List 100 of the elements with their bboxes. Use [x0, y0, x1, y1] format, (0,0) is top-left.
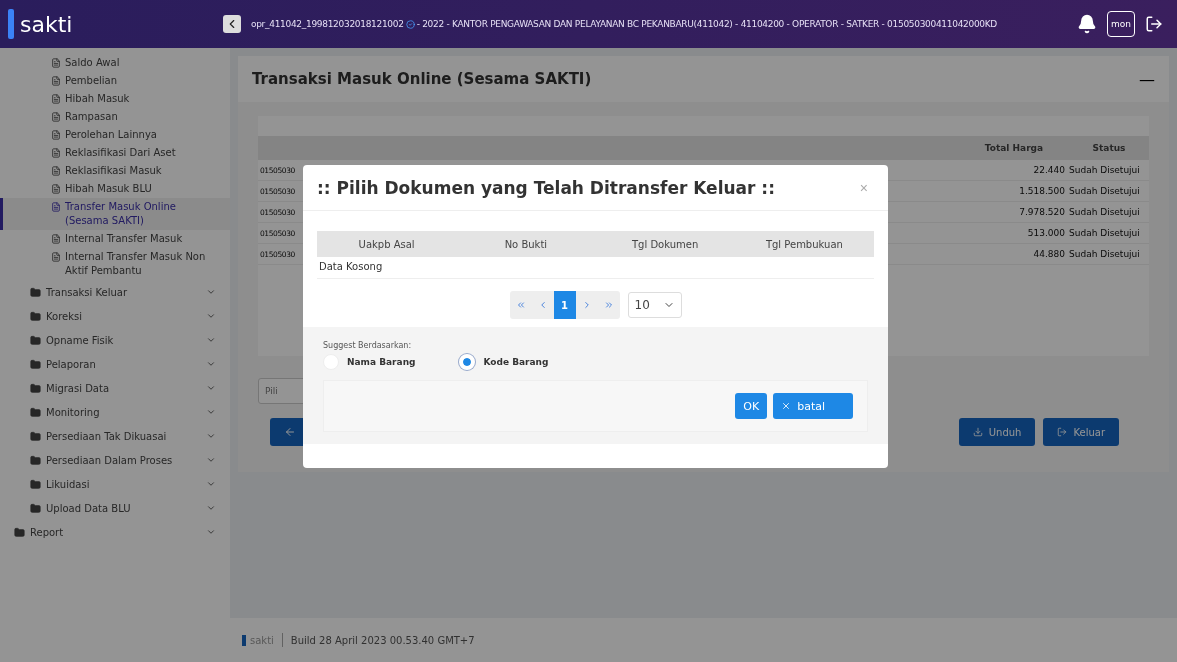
sidebar-item[interactable]: Hibah Masuk BLU [0, 180, 230, 198]
sidebar-item[interactable]: Persediaan Dalam Proses [0, 448, 230, 472]
folder-icon [30, 478, 41, 490]
chevron-down-icon [206, 455, 216, 465]
table-cell-text: 513.000 [1026, 228, 1066, 238]
build-info: Build 28 April 2023 00.53.40 GMT+7 [290, 634, 475, 646]
sidebar-item[interactable]: Saldo Awal [0, 54, 230, 72]
column-header: Status [1091, 143, 1127, 153]
sidebar-item[interactable]: Reklasifikasi Dari Aset [0, 144, 230, 162]
column-header: Uakpb Asal [357, 238, 416, 250]
sidebar-item[interactable]: Perolehan Lainnya [0, 126, 230, 144]
minimize-button[interactable]: — [1139, 69, 1155, 89]
page-size-select[interactable]: 10 [627, 292, 682, 318]
column-header: No Bukti [503, 238, 549, 250]
chevron-down-icon [206, 503, 216, 513]
page-title: Transaksi Masuk Online (Sesama SAKTI) [252, 70, 592, 88]
file-icon [51, 166, 61, 176]
file-icon [51, 184, 61, 194]
collapse-button[interactable] [223, 15, 241, 33]
file-icon [51, 76, 61, 86]
table-cell-text: Sudah Disetujui [1069, 207, 1141, 217]
sidebar-item[interactable]: Hibah Masuk [0, 90, 230, 108]
avatar[interactable]: mon [1107, 11, 1135, 37]
radio-option[interactable]: Nama Barang [323, 354, 416, 370]
chevron-down-icon [206, 431, 216, 441]
sidebar-item[interactable]: Persediaan Tak Dikuasai [0, 424, 230, 448]
chevron-down-icon [206, 335, 216, 345]
notification-icon[interactable] [1077, 14, 1097, 34]
table-cell-text: Sudah Disetujui [1069, 165, 1141, 175]
column-header: Tgl Pembukuan [764, 238, 844, 250]
logout-icon[interactable] [1145, 15, 1163, 33]
app-logo: sakti [20, 11, 73, 37]
ok-button[interactable]: OK [735, 393, 768, 419]
sidebar-item[interactable]: Likuidasi [0, 472, 230, 496]
download-icon [972, 427, 983, 437]
file-icon [51, 202, 61, 212]
sidebar-item[interactable]: Koreksi [0, 304, 230, 328]
table-cell-text: Sudah Disetujui [1069, 228, 1141, 238]
sidebar-item[interactable]: Upload Data BLU [0, 496, 230, 520]
sidebar-item[interactable]: Pelaporan [0, 352, 230, 376]
file-icon [51, 112, 61, 122]
verified-icon [405, 19, 415, 29]
folder-icon [14, 526, 25, 538]
table-cell-text: 44.880 [1032, 249, 1066, 259]
sidebar-item[interactable]: Internal Transfer Masuk [0, 230, 230, 248]
file-icon [51, 130, 61, 140]
empty-message: Data Kosong [317, 257, 874, 279]
column-header: Tgl Dokumen [630, 238, 700, 250]
modal-title: :: Pilih Dokumen yang Telah Ditransfer Keluar :: [317, 177, 775, 198]
sidebar-item[interactable]: Report [0, 520, 230, 544]
table-cell-text: Sudah Disetujui [1069, 186, 1141, 196]
folder-icon [30, 430, 41, 442]
sidebar-item[interactable]: Opname Fisik [0, 328, 230, 352]
logo-mark [8, 9, 14, 39]
footer-logo: sakti [242, 634, 274, 646]
suggest-label: Suggest Berdasarkan: [323, 341, 413, 350]
page-button[interactable]: 1 [553, 291, 576, 319]
sidebar-item[interactable]: Reklasifikasi Masuk [0, 162, 230, 180]
sidebar-item[interactable]: Monitoring [0, 400, 230, 424]
table-cell-text: 7.978.520 [1018, 207, 1066, 217]
folder-icon [30, 406, 41, 418]
radio-option[interactable]: Kode Barang [459, 354, 549, 370]
user-info: - 2022 - KANTOR PENGAWASAN DAN PELAYANAN BC PEKANBARU(411042) - 41104200 - OPERATOR - SATKER - 015050300411042000KD [416, 19, 997, 29]
file-icon [51, 234, 61, 244]
folder-icon [30, 454, 41, 466]
sidebar-item[interactable]: Rampasan [0, 108, 230, 126]
exit-icon [1057, 427, 1068, 437]
folder-icon [30, 286, 41, 298]
file-icon [51, 252, 61, 262]
cancel-button[interactable]: batal [773, 393, 853, 419]
folder-icon [30, 310, 41, 322]
sidebar-item[interactable]: Transaksi Keluar [0, 280, 230, 304]
folder-icon [30, 358, 41, 370]
chevron-down-icon [206, 383, 216, 393]
action-button[interactable]: Unduh [958, 418, 1036, 446]
table-cell-text: 22.440 [1032, 165, 1066, 175]
folder-icon [30, 334, 41, 346]
chevron-down-icon [206, 311, 216, 321]
close-icon [781, 401, 792, 411]
action-button[interactable]: Keluar [1043, 418, 1119, 446]
arrow-left-icon [284, 426, 296, 438]
chevron-down-icon [206, 359, 216, 369]
folder-icon [30, 502, 41, 514]
sidebar-item[interactable]: Pembelian [0, 72, 230, 90]
table-cell-text: Sudah Disetujui [1069, 249, 1141, 259]
folder-icon [30, 382, 41, 394]
double-chevron-right-icon [603, 300, 614, 310]
chevron-down-icon [206, 407, 216, 417]
sidebar-item[interactable]: Transfer Masuk Online (Sesama SAKTI) [0, 198, 230, 230]
chevron-down-icon [206, 527, 216, 537]
sidebar-item[interactable]: Internal Transfer Masuk Non Aktif Pembantu [0, 248, 230, 280]
file-icon [51, 94, 61, 104]
double-chevron-left-icon [515, 300, 526, 310]
chevron-down-icon [206, 287, 216, 297]
file-icon [51, 58, 61, 68]
sidebar-item[interactable]: Migrasi Data [0, 376, 230, 400]
column-header: Total Harga [983, 143, 1045, 153]
table-cell-text: 1.518.500 [1018, 186, 1066, 196]
chevron-down-icon [206, 479, 216, 489]
file-icon [51, 148, 61, 158]
